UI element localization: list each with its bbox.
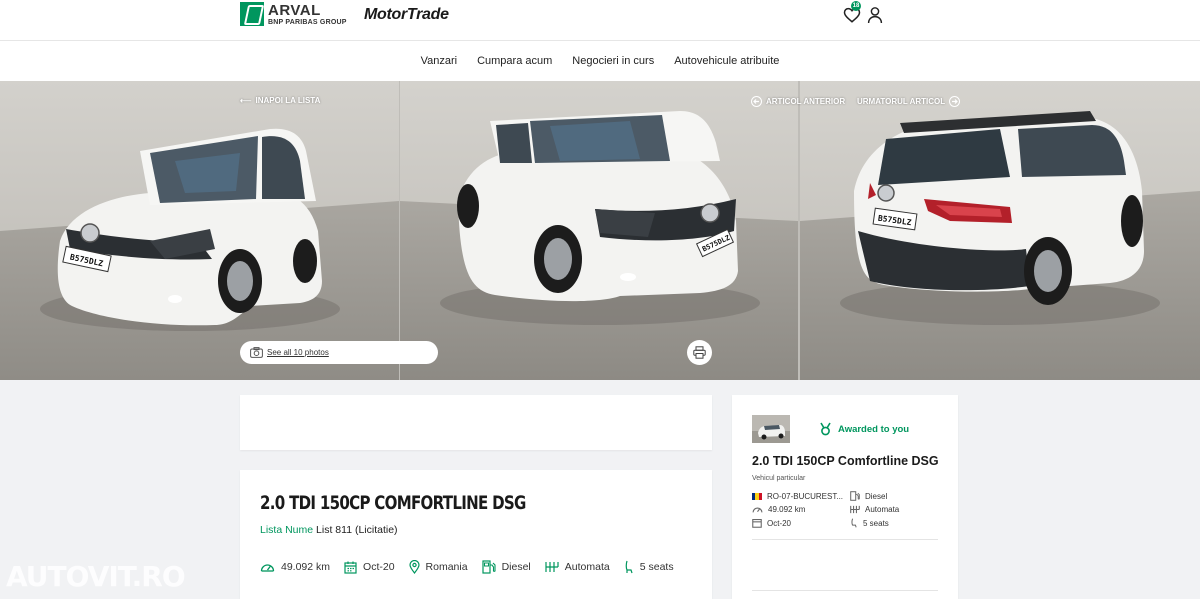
printer-icon xyxy=(693,346,706,359)
back-to-list-link[interactable]: ⟵ INAPOI LA LISTA xyxy=(240,96,320,105)
spec-location-value: Romania xyxy=(425,561,468,573)
listing-title: 2.0 TDI 150CP COMFORTLINE DSG xyxy=(260,492,526,514)
gearbox-icon xyxy=(545,562,559,572)
fuel-pump-icon xyxy=(850,491,860,502)
awarded-summary-card: Awarded to you 2.0 TDI 150CP Comfortline… xyxy=(732,395,958,599)
summary-spec-seats-value: 5 seats xyxy=(863,518,889,528)
car-thumbnail[interactable] xyxy=(752,415,790,443)
arval-logo-mark xyxy=(240,2,264,26)
main-nav: Vanzari Cumpara acum Negocieri in curs A… xyxy=(0,40,1200,81)
gearbox-icon xyxy=(850,506,860,514)
print-button[interactable] xyxy=(687,340,712,365)
circle-arrow-right-icon xyxy=(949,96,961,107)
calendar-icon xyxy=(752,519,762,529)
summary-spec-transmission: Automata xyxy=(850,505,938,516)
summary-divider-top xyxy=(752,539,938,540)
arval-brand-sub: BNP PARIBAS GROUP xyxy=(268,18,347,26)
previous-item-label: ARTICOL ANTERIOR xyxy=(766,97,846,106)
listing-top-card xyxy=(240,395,712,450)
list-name-value: List 811 (Licitatie) xyxy=(316,524,398,536)
nav-item-negocieri[interactable]: Negocieri in curs xyxy=(572,55,654,67)
spec-mileage: 49.092 km xyxy=(260,561,330,573)
summary-spec-transmission-value: Automata xyxy=(865,505,900,515)
nav-item-vanzari[interactable]: Vanzari xyxy=(421,55,457,67)
back-to-list-label: INAPOI LA LISTA xyxy=(255,96,321,105)
spec-seats-value: 5 seats xyxy=(639,561,674,573)
seat-icon xyxy=(625,560,633,574)
summary-specs: RO-07-BUCUREST... Diesel 49.092 km Autom… xyxy=(752,491,938,529)
summary-spec-mileage: 49.092 km xyxy=(752,505,850,516)
awarded-status-label: Awarded to you xyxy=(838,423,910,435)
summary-subtitle: Vehicul particular xyxy=(752,475,806,482)
circle-arrow-left-icon xyxy=(751,96,762,107)
awarded-status: Awarded to you xyxy=(819,422,909,436)
see-all-photos-button[interactable]: See all 10 photos xyxy=(240,341,438,364)
spec-seats: 5 seats xyxy=(624,560,674,574)
motortrade-logo[interactable]: MotorTrade xyxy=(364,6,449,24)
photo-gallery: B575DLZ B575DLZ B575DLZ ⟵ INAPOI LA LIST… xyxy=(0,81,1200,380)
summary-spec-registration-date: Oct-20 xyxy=(752,518,850,529)
fuel-pump-icon xyxy=(481,560,496,574)
summary-spec-seats: 5 seats xyxy=(850,518,938,529)
summary-spec-fuel-value: Diesel xyxy=(865,491,888,501)
spec-transmission-value: Automata xyxy=(564,561,610,573)
spec-mileage-value: 49.092 km xyxy=(281,561,331,573)
autovit-watermark: AUTOVIT.RO xyxy=(6,560,186,593)
listing-details-card: 2.0 TDI 150CP COMFORTLINE DSG Lista Nume… xyxy=(240,470,712,599)
favorites-count-badge: 18 xyxy=(851,1,861,11)
summary-spec-fuel: Diesel xyxy=(850,491,938,502)
spec-registration-date: Oct-20 xyxy=(344,561,395,574)
summary-spec-registration-date-value: Oct-20 xyxy=(767,518,792,528)
summary-spec-mileage-value: 49.092 km xyxy=(768,505,806,515)
car-photo-front-right[interactable]: B575DLZ xyxy=(400,81,798,380)
nav-item-cumpara-acum[interactable]: Cumpara acum xyxy=(477,55,552,67)
car-photo-front-left[interactable]: B575DLZ xyxy=(0,81,399,380)
spec-registration-date-value: Oct-20 xyxy=(363,561,395,573)
arval-brand-name: ARVAL xyxy=(268,1,321,19)
see-all-photos-label: See all 10 photos xyxy=(267,348,329,357)
romania-flag-icon xyxy=(752,492,762,500)
summary-divider-bottom xyxy=(752,590,938,591)
spec-location: Romania xyxy=(408,560,468,574)
next-item-link[interactable]: URMATORUL ARTICOL xyxy=(857,96,961,107)
user-icon[interactable] xyxy=(867,6,883,24)
summary-spec-location: RO-07-BUCUREST... xyxy=(752,491,850,502)
speedometer-icon xyxy=(752,507,763,513)
spec-fuel-value: Diesel xyxy=(501,561,531,573)
list-name-label[interactable]: Lista Nume xyxy=(260,524,313,536)
previous-item-link[interactable]: ARTICOL ANTERIOR xyxy=(751,96,845,107)
top-header: ARVAL BNP PARIBAS GROUP MotorTrade 18 xyxy=(0,0,1200,40)
next-item-label: URMATORUL ARTICOL xyxy=(857,97,946,106)
summary-spec-location-value: RO-07-BUCUREST... xyxy=(767,491,844,501)
award-medal-icon xyxy=(820,422,831,436)
arval-logo[interactable]: ARVAL BNP PARIBAS GROUP xyxy=(240,2,347,26)
camera-icon xyxy=(250,347,263,358)
listing-specs: 49.092 km Oct-20 Romania Diesel Automata… xyxy=(260,560,688,574)
nav-item-autovehicule-atribuite[interactable]: Autovehicule atribuite xyxy=(674,55,779,67)
summary-title: 2.0 TDI 150CP Comfortline DSG xyxy=(752,454,939,468)
arrow-left-icon: ⟵ xyxy=(240,96,252,105)
speedometer-icon xyxy=(260,564,275,572)
car-photo-rear[interactable]: B575DLZ xyxy=(800,81,1200,380)
location-pin-icon xyxy=(408,560,420,574)
calendar-icon xyxy=(344,561,357,574)
list-name-line: Lista Nume List 811 (Licitatie) xyxy=(260,524,398,536)
spec-transmission: Automata xyxy=(545,561,610,573)
seat-icon xyxy=(851,518,857,528)
spec-fuel: Diesel xyxy=(481,560,531,574)
